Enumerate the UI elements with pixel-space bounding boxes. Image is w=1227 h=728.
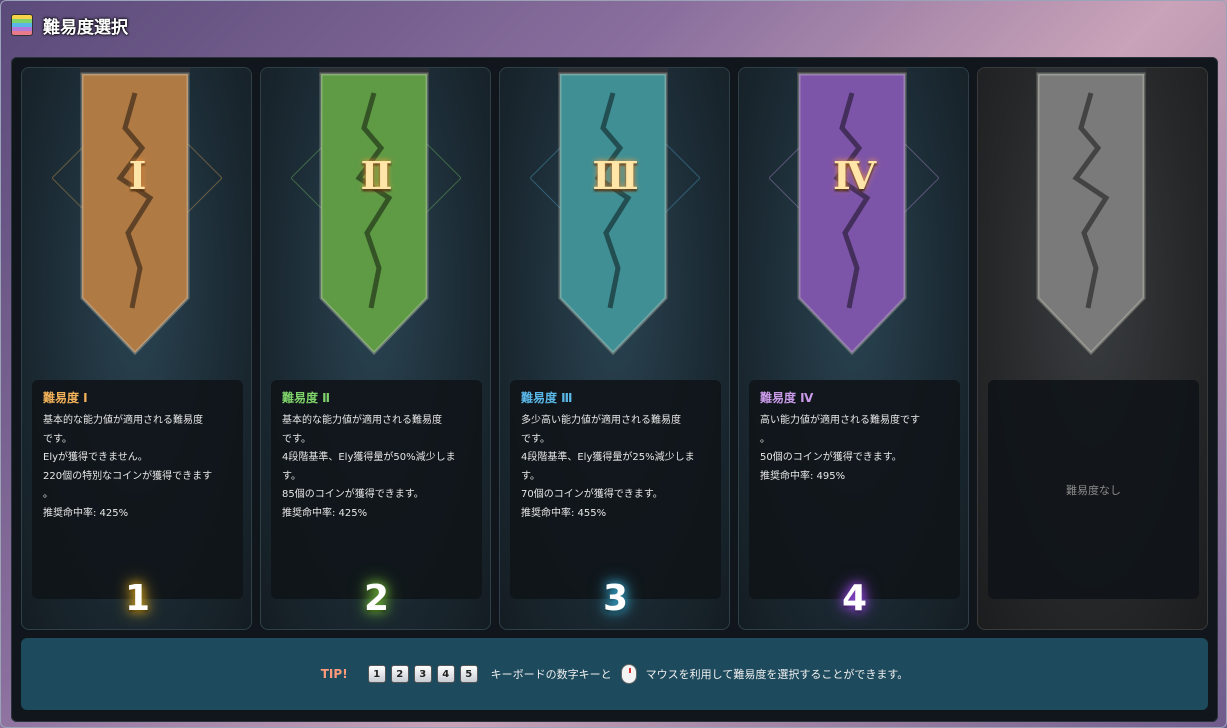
difficulty-card-5[interactable]: 難易度なし — [977, 67, 1208, 630]
title-bar: 難易度選択 — [1, 1, 1227, 49]
description-line: 50個のコインが獲得できます。 — [760, 452, 902, 463]
description-line: 推奨命中率: 495% — [760, 470, 846, 482]
window-title: 難易度選択 — [43, 17, 128, 38]
mouse-icon — [620, 664, 637, 684]
difficulty-description: 難易度 Ⅳ 高い能力値が適用される難易度です。 50個のコインが獲得できます。 推奨命… — [749, 380, 960, 599]
difficulty-title: 難易度 Ⅱ — [282, 391, 331, 405]
difficulty-description: 難易度 Ⅰ 基本的な能力値が適用される難易度 です。 Elyが獲得できません。 220個… — [32, 380, 243, 599]
difficulty-title: 難易度 Ⅲ — [521, 391, 573, 405]
difficulty-banner-icon — [80, 68, 190, 356]
difficulty-card-3[interactable]: Ⅲ 難易度 Ⅲ 多少高い能力値が適用される難易度 です。 4段階基準、Ely獲得量が25… — [499, 67, 730, 630]
key-2-icon: 2 — [390, 665, 409, 683]
description-line: 推奨命中率: 455% — [521, 507, 607, 519]
key-4-icon: 4 — [436, 665, 455, 683]
hotkey-number: 1 — [124, 578, 151, 619]
description-line: 220個の特別なコインが獲得できます — [43, 470, 213, 482]
description-line: 基本的な能力値が適用される難易度 — [43, 415, 203, 426]
description-line: です。 — [43, 433, 72, 445]
description-line: 。 — [43, 489, 53, 500]
tip-text-keyboard: キーボードの数字キーと — [490, 668, 612, 681]
description-line: 70個のコインが獲得できます。 — [521, 489, 663, 500]
description-line: 高い能力値が適用される難易度です — [760, 415, 920, 426]
difficulty-description: 難易度 Ⅲ 多少高い能力値が適用される難易度 です。 4段階基準、Ely獲得量が25%… — [510, 380, 721, 599]
tip-label: TIP! — [320, 667, 348, 681]
key-5-icon: 5 — [459, 665, 478, 683]
description-line: です。 — [282, 433, 311, 445]
description-line: です。 — [521, 433, 550, 445]
difficulty-cards: Ⅰ 難易度 Ⅰ 基本的な能力値が適用される難易度 です。 Elyが獲得できません。 220… — [21, 67, 1208, 630]
difficulty-card-4[interactable]: Ⅳ 難易度 Ⅳ 高い能力値が適用される難易度です。 50個のコインが獲得できます。 推奨… — [738, 67, 969, 630]
description-line: 。 — [760, 433, 770, 445]
difficulty-select-window: 難易度選択 Ⅰ 難易度 Ⅰ 基本的な能力値が適用される難易度 です。 Elyが獲得できま… — [0, 0, 1227, 728]
tip-bar: TIP! 1 2 3 4 5 キーボードの数字キーと マウスを利用して難易度を選… — [21, 638, 1208, 710]
hotkey-number: 4 — [841, 578, 868, 619]
difficulty-title: 難易度 Ⅳ — [760, 391, 814, 405]
no-difficulty-label: 難易度なし — [1066, 483, 1121, 497]
description-line: 多少高い能力値が適用される難易度 — [521, 415, 681, 426]
difficulty-description: 難易度なし — [988, 380, 1199, 599]
description-line: 基本的な能力値が適用される難易度 — [282, 415, 442, 426]
description-line: す。 — [282, 470, 301, 482]
difficulty-numeral: Ⅱ — [360, 153, 393, 198]
difficulty-description: 難易度 Ⅱ 基本的な能力値が適用される難易度 です。 4段階基準、Ely獲得量が50%… — [271, 380, 482, 599]
difficulty-card-1[interactable]: Ⅰ 難易度 Ⅰ 基本的な能力値が適用される難易度 です。 Elyが獲得できません。 220… — [21, 67, 252, 630]
difficulty-numeral: Ⅰ — [128, 153, 147, 198]
tip-text-mouse: マウスを利用して難易度を選択することができます。 — [645, 668, 909, 681]
difficulty-title: 難易度 Ⅰ — [43, 391, 88, 405]
hotkey-number: 3 — [602, 578, 629, 619]
difficulty-numeral: Ⅲ — [592, 153, 639, 198]
difficulty-banner-icon — [1036, 68, 1146, 356]
difficulty-panel: Ⅰ 難易度 Ⅰ 基本的な能力値が適用される難易度 です。 Elyが獲得できません。 220… — [11, 57, 1218, 722]
difficulty-banner-icon — [797, 68, 907, 356]
difficulty-banner-icon — [319, 68, 429, 356]
key-3-icon: 3 — [413, 665, 432, 683]
difficulty-banner-icon — [558, 68, 668, 356]
description-line: 85個のコインが獲得できます。 — [282, 489, 424, 500]
description-line: 4段階基準、Ely獲得量が25%減少しま — [521, 452, 695, 463]
key-1-icon: 1 — [367, 665, 386, 683]
description-line: 4段階基準、Ely獲得量が50%減少しま — [282, 452, 456, 463]
menu-list-icon — [11, 14, 33, 36]
difficulty-card-2[interactable]: Ⅱ 難易度 Ⅱ 基本的な能力値が適用される難易度 です。 4段階基準、Ely獲得量が50… — [260, 67, 491, 630]
hotkey-number: 2 — [363, 578, 390, 619]
description-line: 推奨命中率: 425% — [43, 507, 129, 519]
description-line: す。 — [521, 470, 540, 482]
difficulty-numeral: Ⅳ — [832, 153, 877, 198]
description-line: Elyが獲得できません。 — [43, 452, 148, 463]
description-line: 推奨命中率: 425% — [282, 507, 368, 519]
